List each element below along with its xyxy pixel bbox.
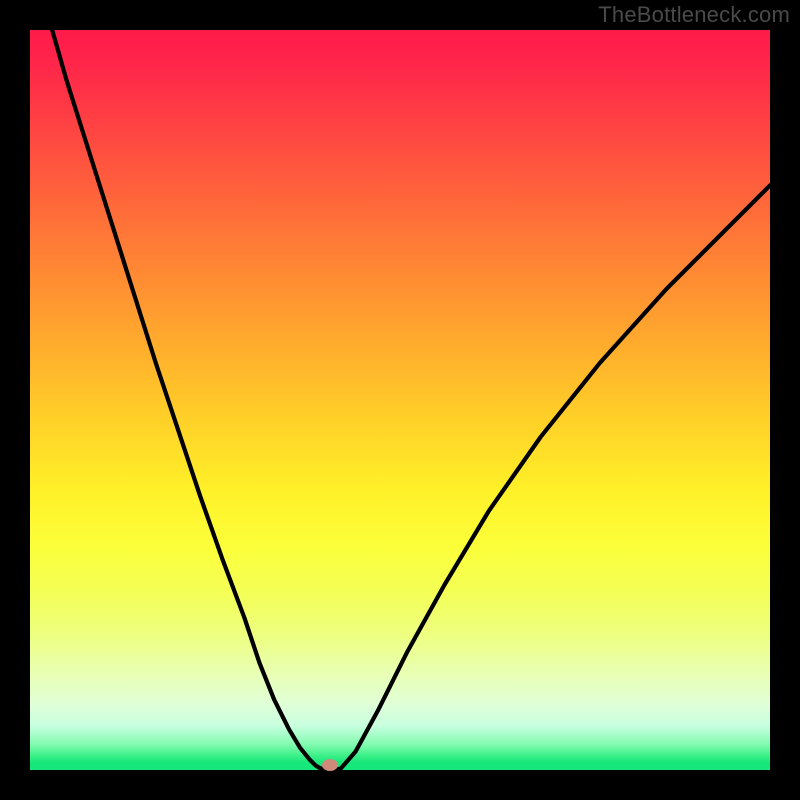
plot-area — [30, 30, 770, 770]
chart-frame: TheBottleneck.com — [0, 0, 800, 800]
curve-path — [52, 30, 770, 770]
bottleneck-curve — [30, 30, 770, 770]
watermark-text: TheBottleneck.com — [598, 2, 790, 28]
optimal-point-marker — [322, 759, 338, 771]
